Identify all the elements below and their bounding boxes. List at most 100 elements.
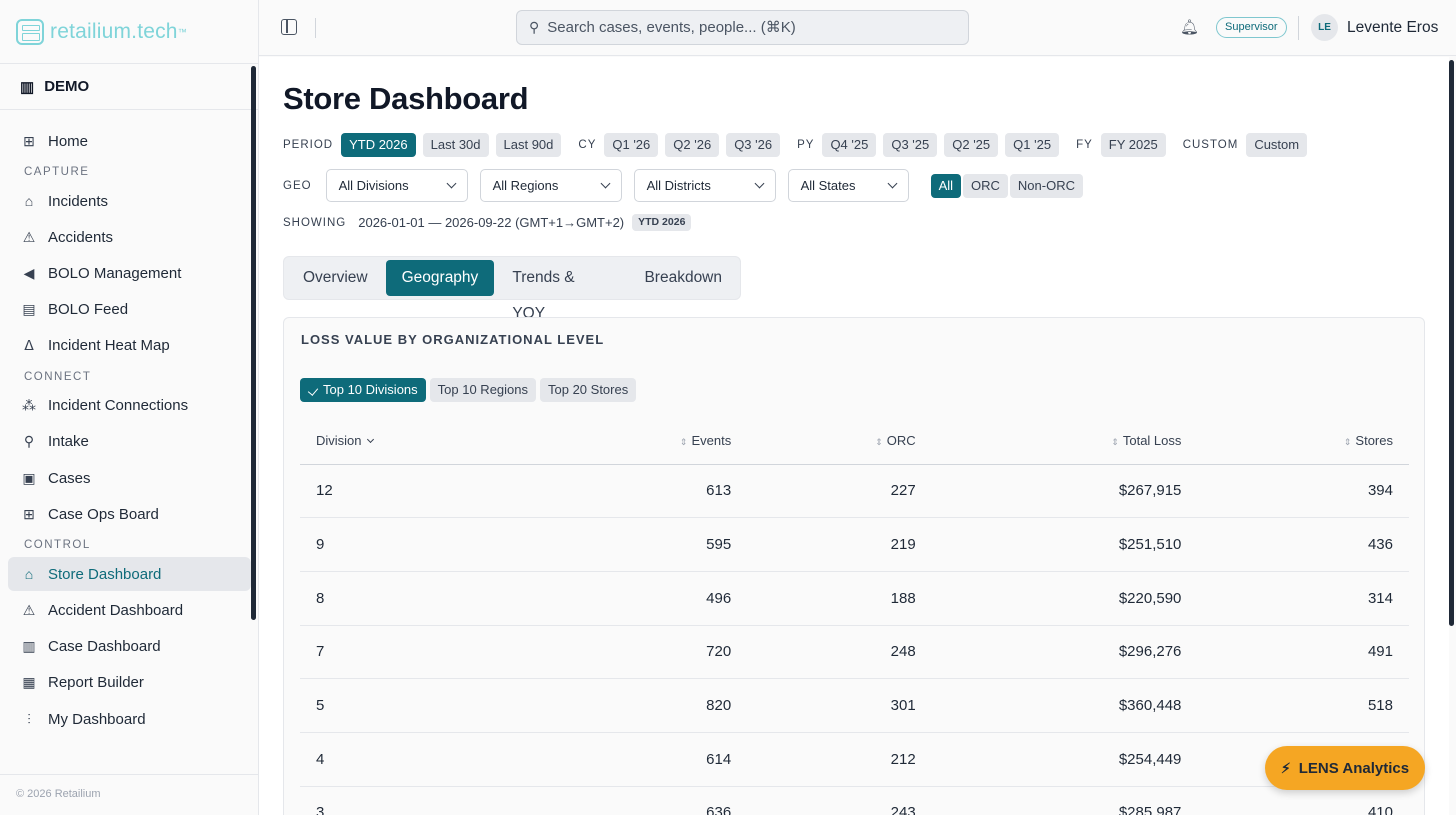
- geo-label: GEO: [283, 179, 312, 192]
- table-cell: 4: [300, 732, 631, 787]
- select-value: All Districts: [646, 178, 711, 193]
- table-cell: 496: [630, 571, 748, 626]
- sidebar-item-incident-connections[interactable]: ⁂ Incident Connections: [8, 389, 251, 423]
- sidebar-item-accidents[interactable]: ⚠ Accidents: [8, 220, 251, 254]
- geo-select-all-districts[interactable]: All Districts: [633, 169, 776, 202]
- period-chip-custom[interactable]: Custom: [1246, 133, 1308, 157]
- period-chip-last-90d[interactable]: Last 90d: [495, 133, 562, 157]
- sidebar-item-label: Case Dashboard: [48, 638, 161, 656]
- segment-label: Top 10 Regions: [437, 382, 528, 397]
- search-input[interactable]: [547, 19, 948, 36]
- table-row[interactable]: 12 613 227 $267,915 394: [300, 464, 1409, 519]
- period-chip-q1-25[interactable]: Q1 '25: [1005, 133, 1060, 157]
- sidebar-item-bolo-feed[interactable]: ▤ BOLO Feed: [8, 293, 251, 327]
- segment-top-10-divisions[interactable]: Top 10 Divisions: [300, 378, 426, 402]
- avatar[interactable]: LE: [1311, 14, 1338, 41]
- period-chip-fy-2025[interactable]: FY 2025: [1100, 133, 1166, 157]
- table-row[interactable]: 9 595 219 $251,510 436: [300, 517, 1409, 572]
- sidebar-item-label: Store Dashboard: [48, 565, 162, 583]
- sidebar-item-cases[interactable]: ▣ Cases: [8, 461, 251, 495]
- sort-icon: ⇕: [875, 437, 883, 448]
- user-name[interactable]: Levente Eros: [1347, 19, 1438, 37]
- sidebar-item-label: Intake: [48, 433, 89, 451]
- period-chip-q3-25[interactable]: Q3 '25: [883, 133, 938, 157]
- sidebar-item-intake[interactable]: ⚲ Intake: [8, 425, 251, 459]
- column-header-stores[interactable]: ⇕ Stores: [1197, 418, 1409, 465]
- tab-geography[interactable]: Geography: [385, 260, 495, 296]
- tab-overview[interactable]: Overview: [287, 260, 384, 296]
- geo-select-all-states[interactable]: All States: [787, 169, 909, 202]
- sidebar-item-label: BOLO Feed: [48, 301, 129, 319]
- table-cell: $267,915: [931, 464, 1198, 519]
- tab-trends-yoy[interactable]: Trends & YOY: [496, 260, 626, 322]
- table-row[interactable]: 3 636 243 $285,987 410: [300, 786, 1409, 815]
- sidebar-item-incident-heat-map[interactable]: ᐃ Incident Heat Map: [8, 329, 251, 363]
- segment-label: Top 10 Divisions: [323, 382, 418, 397]
- brand-logo[interactable]: retailium.tech ™: [0, 0, 258, 64]
- column-label: Events: [691, 433, 732, 449]
- newspaper-icon: ▤: [22, 301, 36, 318]
- period-chip-ytd-2026[interactable]: YTD 2026: [341, 133, 416, 157]
- table-cell: 613: [630, 464, 748, 519]
- sidebar-item-incidents[interactable]: ⌂ Incidents: [8, 184, 251, 218]
- table-cell: $360,448: [931, 678, 1198, 733]
- tenant-name: DEMO: [44, 78, 90, 95]
- sidebar-item-store-dashboard[interactable]: ⌂ Store Dashboard: [8, 557, 251, 592]
- geo-select-all-divisions[interactable]: All Divisions: [325, 169, 468, 202]
- column-header-events[interactable]: ⇕ Events: [630, 418, 748, 465]
- column-label: Division: [316, 433, 362, 449]
- sidebar-item-bolo-management[interactable]: ◀ BOLO Management: [8, 256, 251, 290]
- period-chip-q2-26[interactable]: Q2 '26: [665, 133, 720, 157]
- table-cell: $296,276: [931, 625, 1198, 680]
- table-row[interactable]: 7 720 248 $296,276 491: [300, 625, 1409, 680]
- period-chip-last-30d[interactable]: Last 30d: [422, 133, 489, 157]
- network-icon: ⁂: [22, 397, 36, 414]
- showing-badge: YTD 2026: [632, 214, 692, 231]
- role-badge: Supervisor: [1216, 17, 1287, 38]
- sidebar-scrollbar[interactable]: [251, 66, 256, 620]
- sidebar-item-my-dashboard[interactable]: ⫶ My Dashboard: [8, 702, 251, 736]
- megaphone-icon: ◀: [23, 264, 35, 281]
- search-box[interactable]: ⚲: [516, 10, 969, 45]
- card-title: LOSS VALUE BY ORGANIZATIONAL LEVEL: [301, 332, 605, 347]
- period-chip-q3-26[interactable]: Q3 '26: [726, 133, 781, 157]
- bolt-icon: ⚡︎: [1280, 759, 1291, 776]
- period-chip-q1-26[interactable]: Q1 '26: [604, 133, 659, 157]
- table-row[interactable]: 4 614 212 $254,449: [300, 732, 1409, 787]
- tab-breakdown[interactable]: Breakdown: [628, 260, 738, 296]
- column-header-total-loss[interactable]: ⇕ Total Loss: [931, 418, 1198, 465]
- segment-top-10-regions[interactable]: Top 10 Regions: [429, 378, 536, 402]
- custom-label: CUSTOM: [1182, 139, 1239, 151]
- check-icon: [307, 385, 319, 396]
- orc-filter-chip-non-orc[interactable]: Non-ORC: [1009, 173, 1083, 198]
- period-chip-q2-25[interactable]: Q2 '25: [944, 133, 999, 157]
- divider: [1298, 16, 1299, 40]
- table-cell: 518: [1197, 678, 1409, 733]
- chevron-down-icon: [446, 178, 457, 189]
- sidebar-section-label: CONNECT: [24, 370, 92, 383]
- page-scrollbar[interactable]: [1449, 60, 1454, 626]
- table-cell: 7: [300, 625, 631, 680]
- brand-name: retailium.tech: [50, 19, 178, 43]
- lens-analytics-button[interactable]: ⚡︎ LENS Analytics: [1265, 746, 1425, 790]
- orc-filter-chip-orc[interactable]: ORC: [963, 173, 1008, 198]
- orc-filter-chip-all[interactable]: All: [930, 173, 962, 198]
- tenant-switcher[interactable]: ▥ DEMO: [0, 64, 259, 110]
- sidebar-item-report-builder[interactable]: ▦ Report Builder: [8, 666, 251, 700]
- warning-icon: ⚠: [22, 228, 36, 245]
- column-header-division[interactable]: Division: [300, 418, 631, 465]
- table-row[interactable]: 8 496 188 $220,590 314: [300, 571, 1409, 626]
- sidebar-item-home[interactable]: ⊞ Home: [8, 124, 251, 158]
- bell-icon[interactable]: 🔔︎: [1180, 18, 1199, 36]
- column-label: ORC: [886, 433, 916, 449]
- sidebar-item-label: Report Builder: [48, 674, 144, 692]
- column-header-orc[interactable]: ⇕ ORC: [747, 418, 932, 465]
- table-row[interactable]: 5 820 301 $360,448 518: [300, 678, 1409, 733]
- sidebar-item-case-ops-board[interactable]: ⊞ Case Ops Board: [8, 497, 251, 531]
- sidebar-toggle-icon[interactable]: [281, 19, 297, 35]
- period-chip-q4-25[interactable]: Q4 '25: [822, 133, 877, 157]
- geo-select-all-regions[interactable]: All Regions: [479, 169, 622, 202]
- sidebar-item-case-dashboard[interactable]: ▥ Case Dashboard: [8, 630, 251, 664]
- sidebar-item-accident-dashboard[interactable]: ⚠ Accident Dashboard: [8, 594, 251, 628]
- segment-top-20-stores[interactable]: Top 20 Stores: [540, 378, 637, 402]
